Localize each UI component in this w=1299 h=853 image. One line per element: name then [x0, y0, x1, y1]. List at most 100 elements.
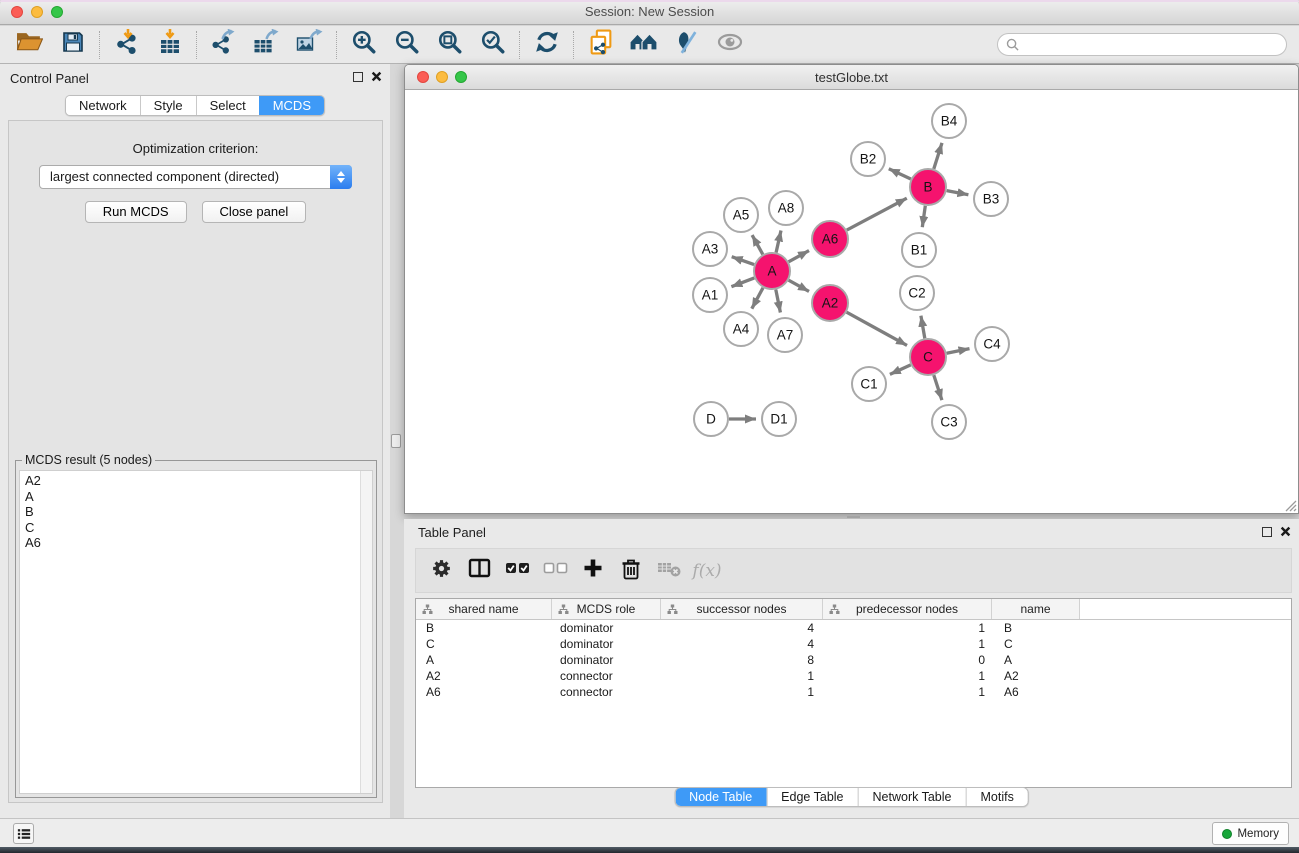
- graph-edge-A-A5[interactable]: [752, 235, 763, 254]
- graph-edge-B-B4[interactable]: [934, 143, 942, 169]
- graph-node-A2[interactable]: A2: [812, 285, 848, 321]
- network-window-titlebar[interactable]: testGlobe.txt: [405, 65, 1298, 90]
- graph-edge-A-A4[interactable]: [752, 288, 763, 309]
- new-network-from-selection-button[interactable]: [579, 29, 622, 61]
- delete-table-button[interactable]: [650, 553, 688, 589]
- graph-edge-A-A6[interactable]: [789, 251, 809, 262]
- zoom-selected-button[interactable]: [471, 29, 514, 61]
- graph-node-B4[interactable]: B4: [932, 104, 966, 138]
- graph-node-C4[interactable]: C4: [975, 327, 1009, 361]
- import-network-button[interactable]: [105, 29, 148, 61]
- hide-graphics-details-button[interactable]: [665, 29, 708, 61]
- table-row[interactable]: Adominator80A: [416, 652, 1291, 668]
- table-row[interactable]: A2connector11A2: [416, 668, 1291, 684]
- split-panel-button[interactable]: [460, 553, 498, 589]
- tab-mcds[interactable]: MCDS: [259, 96, 324, 115]
- function-builder-button[interactable]: f(x): [688, 553, 726, 589]
- memory-button[interactable]: Memory: [1212, 822, 1289, 845]
- graph-node-A[interactable]: A: [754, 253, 790, 289]
- graph-edge-A-A7[interactable]: [776, 290, 781, 313]
- mcds-result-item[interactable]: B: [20, 504, 372, 520]
- close-panel-button[interactable]: Close panel: [202, 201, 307, 223]
- table-row[interactable]: Bdominator41B: [416, 620, 1291, 636]
- open-session-button[interactable]: [8, 29, 51, 61]
- zoom-fit-button[interactable]: [428, 29, 471, 61]
- export-table-button[interactable]: [245, 29, 288, 61]
- apply-layout-button[interactable]: [525, 29, 568, 61]
- graph-edge-A-A3[interactable]: [732, 257, 754, 265]
- graph-edge-A-A8[interactable]: [776, 231, 781, 253]
- graph-node-A8[interactable]: A8: [769, 191, 803, 225]
- mcds-result-item[interactable]: C: [20, 520, 372, 536]
- graph-edge-B-B1[interactable]: [922, 206, 925, 227]
- create-column-button[interactable]: [574, 553, 612, 589]
- mcds-result-item[interactable]: A2: [20, 473, 372, 489]
- graph-node-C[interactable]: C: [910, 339, 946, 375]
- optimization-criterion-dropdown[interactable]: largest connected component (directed): [39, 165, 352, 189]
- graph-edge-C-C3[interactable]: [934, 375, 942, 400]
- result-list-scrollbar[interactable]: [360, 471, 372, 793]
- mcds-result-item[interactable]: A6: [20, 535, 372, 551]
- graph-node-B1[interactable]: B1: [902, 233, 936, 267]
- table-tab-network-table[interactable]: Network Table: [858, 788, 966, 806]
- search-box[interactable]: [997, 33, 1287, 56]
- table-settings-button[interactable]: [422, 553, 460, 589]
- search-input[interactable]: [1024, 38, 1278, 52]
- close-table-panel-icon[interactable]: [1280, 526, 1291, 537]
- zoom-in-button[interactable]: [342, 29, 385, 61]
- column-header-successor-nodes[interactable]: successor nodes: [661, 599, 823, 619]
- export-image-button[interactable]: [288, 29, 331, 61]
- mcds-result-item[interactable]: A: [20, 489, 372, 505]
- graph-node-A4[interactable]: A4: [724, 312, 758, 346]
- import-table-button[interactable]: [148, 29, 191, 61]
- tab-style[interactable]: Style: [140, 96, 196, 115]
- delete-column-button[interactable]: [612, 553, 650, 589]
- column-header-shared-name[interactable]: shared name: [416, 599, 552, 619]
- graph-edge-A-A1[interactable]: [731, 278, 754, 287]
- graph-node-B[interactable]: B: [910, 169, 946, 205]
- graph-edge-B-B3[interactable]: [947, 191, 969, 195]
- graph-edge-C-C1[interactable]: [890, 365, 911, 375]
- graph-node-A6[interactable]: A6: [812, 221, 848, 257]
- table-row[interactable]: A6connector11A6: [416, 684, 1291, 700]
- network-canvas[interactable]: B4 B2 B B3 A8 A5 A6 A3 B1 A C2 A1 A2: [405, 91, 1298, 513]
- table-row[interactable]: Cdominator41C: [416, 636, 1291, 652]
- table-tab-edge-table[interactable]: Edge Table: [766, 788, 857, 806]
- resize-grip-icon[interactable]: [1283, 498, 1297, 512]
- graph-node-C1[interactable]: C1: [852, 367, 886, 401]
- graph-node-C3[interactable]: C3: [932, 405, 966, 439]
- graph-edge-C-C4[interactable]: [947, 349, 970, 354]
- column-header-MCDS-role[interactable]: MCDS role: [552, 599, 661, 619]
- graph-node-B2[interactable]: B2: [851, 142, 885, 176]
- close-panel-icon[interactable]: [371, 71, 382, 82]
- column-header-predecessor-nodes[interactable]: predecessor nodes: [823, 599, 992, 619]
- graph-node-A7[interactable]: A7: [768, 318, 802, 352]
- export-network-button[interactable]: [202, 29, 245, 61]
- save-session-button[interactable]: [51, 29, 94, 61]
- graph-edge-B-B2[interactable]: [889, 169, 911, 179]
- tab-network[interactable]: Network: [66, 96, 140, 115]
- graph-node-A5[interactable]: A5: [724, 198, 758, 232]
- graph-edge-A6-B[interactable]: [847, 198, 907, 230]
- graph-node-A1[interactable]: A1: [693, 278, 727, 312]
- graph-node-A3[interactable]: A3: [693, 232, 727, 266]
- graph-edge-A-A2[interactable]: [789, 280, 809, 291]
- tab-select[interactable]: Select: [196, 96, 259, 115]
- show-panel-button[interactable]: [13, 823, 34, 844]
- split-divider-grip[interactable]: [391, 434, 401, 448]
- graph-node-B3[interactable]: B3: [974, 182, 1008, 216]
- graph-node-D[interactable]: D: [694, 402, 728, 436]
- graph-node-C2[interactable]: C2: [900, 276, 934, 310]
- graph-edge-A2-C[interactable]: [847, 312, 907, 345]
- graph-edge-C-C2[interactable]: [921, 316, 925, 339]
- run-mcds-button[interactable]: Run MCDS: [85, 201, 187, 223]
- show-graphics-details-button[interactable]: [708, 29, 751, 61]
- unselect-all-columns-button[interactable]: [536, 553, 574, 589]
- table-tab-motifs[interactable]: Motifs: [965, 788, 1027, 806]
- first-neighbors-button[interactable]: [622, 29, 665, 61]
- float-table-panel-icon[interactable]: [1262, 527, 1272, 537]
- graph-node-D1[interactable]: D1: [762, 402, 796, 436]
- table-tab-node-table[interactable]: Node Table: [675, 788, 766, 806]
- panel-split-divider[interactable]: [390, 64, 404, 818]
- select-all-columns-button[interactable]: [498, 553, 536, 589]
